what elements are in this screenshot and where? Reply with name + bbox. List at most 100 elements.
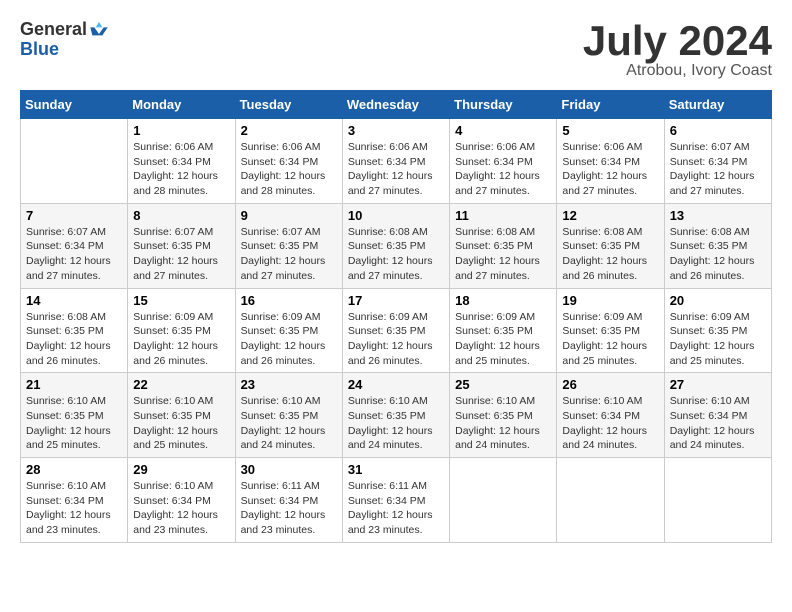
day-number: 22 bbox=[133, 377, 229, 392]
calendar-cell: 25Sunrise: 6:10 AMSunset: 6:35 PMDayligh… bbox=[450, 373, 557, 458]
subtitle: Atrobou, Ivory Coast bbox=[583, 62, 772, 80]
calendar-cell: 10 Sunrise: 6:08 AMSunset: 6:35 PMDayligh… bbox=[342, 203, 449, 288]
calendar-cell: 4 Sunrise: 6:06 AMSunset: 6:34 PMDaylight… bbox=[450, 119, 557, 204]
calendar-cell bbox=[21, 119, 128, 204]
calendar-cell: 19 Sunrise: 6:09 AMSunset: 6:35 PMDayligh… bbox=[557, 288, 664, 373]
day-number: 15 bbox=[133, 293, 229, 308]
day-number: 16 bbox=[241, 293, 337, 308]
day-number: 23 bbox=[241, 377, 337, 392]
day-info: Sunrise: 6:09 AMSunset: 6:35 PMDaylight:… bbox=[455, 310, 551, 369]
calendar-header: SundayMondayTuesdayWednesdayThursdayFrid… bbox=[21, 91, 772, 119]
day-info: Sunrise: 6:10 AMSunset: 6:34 PMDaylight:… bbox=[670, 394, 766, 453]
day-number: 10 bbox=[348, 208, 444, 223]
day-info: Sunrise: 6:08 AMSunset: 6:35 PMDaylight:… bbox=[455, 225, 551, 284]
day-number: 27 bbox=[670, 377, 766, 392]
calendar-cell: 2 Sunrise: 6:06 AMSunset: 6:34 PMDaylight… bbox=[235, 119, 342, 204]
header-day-saturday: Saturday bbox=[664, 91, 771, 119]
calendar-cell: 8Sunrise: 6:07 AMSunset: 6:35 PMDaylight… bbox=[128, 203, 235, 288]
day-info: Sunrise: 6:10 AMSunset: 6:34 PMDaylight:… bbox=[562, 394, 658, 453]
calendar-cell: 16 Sunrise: 6:09 AMSunset: 6:35 PMDayligh… bbox=[235, 288, 342, 373]
calendar-cell: 22 Sunrise: 6:10 AMSunset: 6:35 PMDayligh… bbox=[128, 373, 235, 458]
day-info: Sunrise: 6:07 AMSunset: 6:34 PMDaylight:… bbox=[670, 140, 766, 199]
calendar-cell bbox=[557, 458, 664, 543]
day-number: 26 bbox=[562, 377, 658, 392]
title-block: July 2024 Atrobou, Ivory Coast bbox=[583, 20, 772, 80]
day-number: 31 bbox=[348, 462, 444, 477]
day-info: Sunrise: 6:10 AMSunset: 6:35 PMDaylight:… bbox=[133, 394, 229, 453]
day-info: Sunrise: 6:09 AMSunset: 6:35 PMDaylight:… bbox=[348, 310, 444, 369]
logo: General Blue bbox=[20, 20, 109, 60]
day-number: 2 bbox=[241, 123, 337, 138]
day-info: Sunrise: 6:10 AMSunset: 6:35 PMDaylight:… bbox=[348, 394, 444, 453]
calendar-cell: 30 Sunrise: 6:11 AMSunset: 6:34 PMDayligh… bbox=[235, 458, 342, 543]
calendar-body: 1Sunrise: 6:06 AMSunset: 6:34 PMDaylight… bbox=[21, 119, 772, 543]
day-info: Sunrise: 6:08 AMSunset: 6:35 PMDaylight:… bbox=[562, 225, 658, 284]
calendar-cell: 1Sunrise: 6:06 AMSunset: 6:34 PMDaylight… bbox=[128, 119, 235, 204]
calendar-cell bbox=[450, 458, 557, 543]
week-row-2: 7 Sunrise: 6:07 AMSunset: 6:34 PMDaylight… bbox=[21, 203, 772, 288]
day-info: Sunrise: 6:10 AMSunset: 6:35 PMDaylight:… bbox=[241, 394, 337, 453]
day-info: Sunrise: 6:10 AMSunset: 6:34 PMDaylight:… bbox=[26, 479, 122, 538]
week-row-4: 21 Sunrise: 6:10 AMSunset: 6:35 PMDayligh… bbox=[21, 373, 772, 458]
day-number: 30 bbox=[241, 462, 337, 477]
calendar-cell: 5 Sunrise: 6:06 AMSunset: 6:34 PMDaylight… bbox=[557, 119, 664, 204]
day-info: Sunrise: 6:08 AMSunset: 6:35 PMDaylight:… bbox=[348, 225, 444, 284]
day-number: 19 bbox=[562, 293, 658, 308]
day-info: Sunrise: 6:06 AMSunset: 6:34 PMDaylight:… bbox=[348, 140, 444, 199]
header-day-sunday: Sunday bbox=[21, 91, 128, 119]
day-info: Sunrise: 6:10 AMSunset: 6:35 PMDaylight:… bbox=[26, 394, 122, 453]
day-info: Sunrise: 6:10 AMSunset: 6:35 PMDaylight:… bbox=[455, 394, 551, 453]
day-info: Sunrise: 6:11 AMSunset: 6:34 PMDaylight:… bbox=[241, 479, 337, 538]
day-number: 17 bbox=[348, 293, 444, 308]
day-info: Sunrise: 6:06 AMSunset: 6:34 PMDaylight:… bbox=[455, 140, 551, 199]
calendar-table: SundayMondayTuesdayWednesdayThursdayFrid… bbox=[20, 90, 772, 543]
day-number: 13 bbox=[670, 208, 766, 223]
calendar-cell: 21 Sunrise: 6:10 AMSunset: 6:35 PMDayligh… bbox=[21, 373, 128, 458]
day-info: Sunrise: 6:08 AMSunset: 6:35 PMDaylight:… bbox=[26, 310, 122, 369]
calendar-cell: 28 Sunrise: 6:10 AMSunset: 6:34 PMDayligh… bbox=[21, 458, 128, 543]
calendar-cell: 26 Sunrise: 6:10 AMSunset: 6:34 PMDayligh… bbox=[557, 373, 664, 458]
day-info: Sunrise: 6:09 AMSunset: 6:35 PMDaylight:… bbox=[241, 310, 337, 369]
calendar-cell: 31Sunrise: 6:11 AMSunset: 6:34 PMDayligh… bbox=[342, 458, 449, 543]
calendar-cell: 11Sunrise: 6:08 AMSunset: 6:35 PMDayligh… bbox=[450, 203, 557, 288]
day-info: Sunrise: 6:09 AMSunset: 6:35 PMDaylight:… bbox=[562, 310, 658, 369]
week-row-5: 28 Sunrise: 6:10 AMSunset: 6:34 PMDayligh… bbox=[21, 458, 772, 543]
calendar-cell bbox=[664, 458, 771, 543]
day-number: 7 bbox=[26, 208, 122, 223]
header-day-tuesday: Tuesday bbox=[235, 91, 342, 119]
calendar-cell: 6 Sunrise: 6:07 AMSunset: 6:34 PMDaylight… bbox=[664, 119, 771, 204]
day-number: 8 bbox=[133, 208, 229, 223]
calendar-cell: 20Sunrise: 6:09 AMSunset: 6:35 PMDayligh… bbox=[664, 288, 771, 373]
calendar-cell: 12 Sunrise: 6:08 AMSunset: 6:35 PMDayligh… bbox=[557, 203, 664, 288]
calendar-cell: 27 Sunrise: 6:10 AMSunset: 6:34 PMDayligh… bbox=[664, 373, 771, 458]
day-info: Sunrise: 6:06 AMSunset: 6:34 PMDaylight:… bbox=[241, 140, 337, 199]
calendar-cell: 15Sunrise: 6:09 AMSunset: 6:35 PMDayligh… bbox=[128, 288, 235, 373]
day-info: Sunrise: 6:07 AMSunset: 6:35 PMDaylight:… bbox=[241, 225, 337, 284]
day-info: Sunrise: 6:08 AMSunset: 6:35 PMDaylight:… bbox=[670, 225, 766, 284]
header-day-friday: Friday bbox=[557, 91, 664, 119]
header-day-thursday: Thursday bbox=[450, 91, 557, 119]
day-number: 6 bbox=[670, 123, 766, 138]
header-day-wednesday: Wednesday bbox=[342, 91, 449, 119]
calendar-cell: 24Sunrise: 6:10 AMSunset: 6:35 PMDayligh… bbox=[342, 373, 449, 458]
day-number: 28 bbox=[26, 462, 122, 477]
day-number: 4 bbox=[455, 123, 551, 138]
calendar-cell: 29Sunrise: 6:10 AMSunset: 6:34 PMDayligh… bbox=[128, 458, 235, 543]
day-info: Sunrise: 6:06 AMSunset: 6:34 PMDaylight:… bbox=[133, 140, 229, 199]
day-number: 3 bbox=[348, 123, 444, 138]
day-info: Sunrise: 6:10 AMSunset: 6:34 PMDaylight:… bbox=[133, 479, 229, 538]
week-row-1: 1Sunrise: 6:06 AMSunset: 6:34 PMDaylight… bbox=[21, 119, 772, 204]
day-number: 21 bbox=[26, 377, 122, 392]
day-number: 12 bbox=[562, 208, 658, 223]
logo-blue-text: Blue bbox=[20, 40, 109, 60]
calendar-cell: 18Sunrise: 6:09 AMSunset: 6:35 PMDayligh… bbox=[450, 288, 557, 373]
main-title: July 2024 bbox=[583, 20, 772, 62]
day-info: Sunrise: 6:06 AMSunset: 6:34 PMDaylight:… bbox=[562, 140, 658, 199]
day-info: Sunrise: 6:07 AMSunset: 6:34 PMDaylight:… bbox=[26, 225, 122, 284]
day-number: 20 bbox=[670, 293, 766, 308]
day-number: 5 bbox=[562, 123, 658, 138]
calendar-cell: 14Sunrise: 6:08 AMSunset: 6:35 PMDayligh… bbox=[21, 288, 128, 373]
page-header: General Blue July 2024 Atrobou, Ivory Co… bbox=[20, 20, 772, 80]
week-row-3: 14Sunrise: 6:08 AMSunset: 6:35 PMDayligh… bbox=[21, 288, 772, 373]
logo-general-text: General bbox=[20, 20, 87, 40]
